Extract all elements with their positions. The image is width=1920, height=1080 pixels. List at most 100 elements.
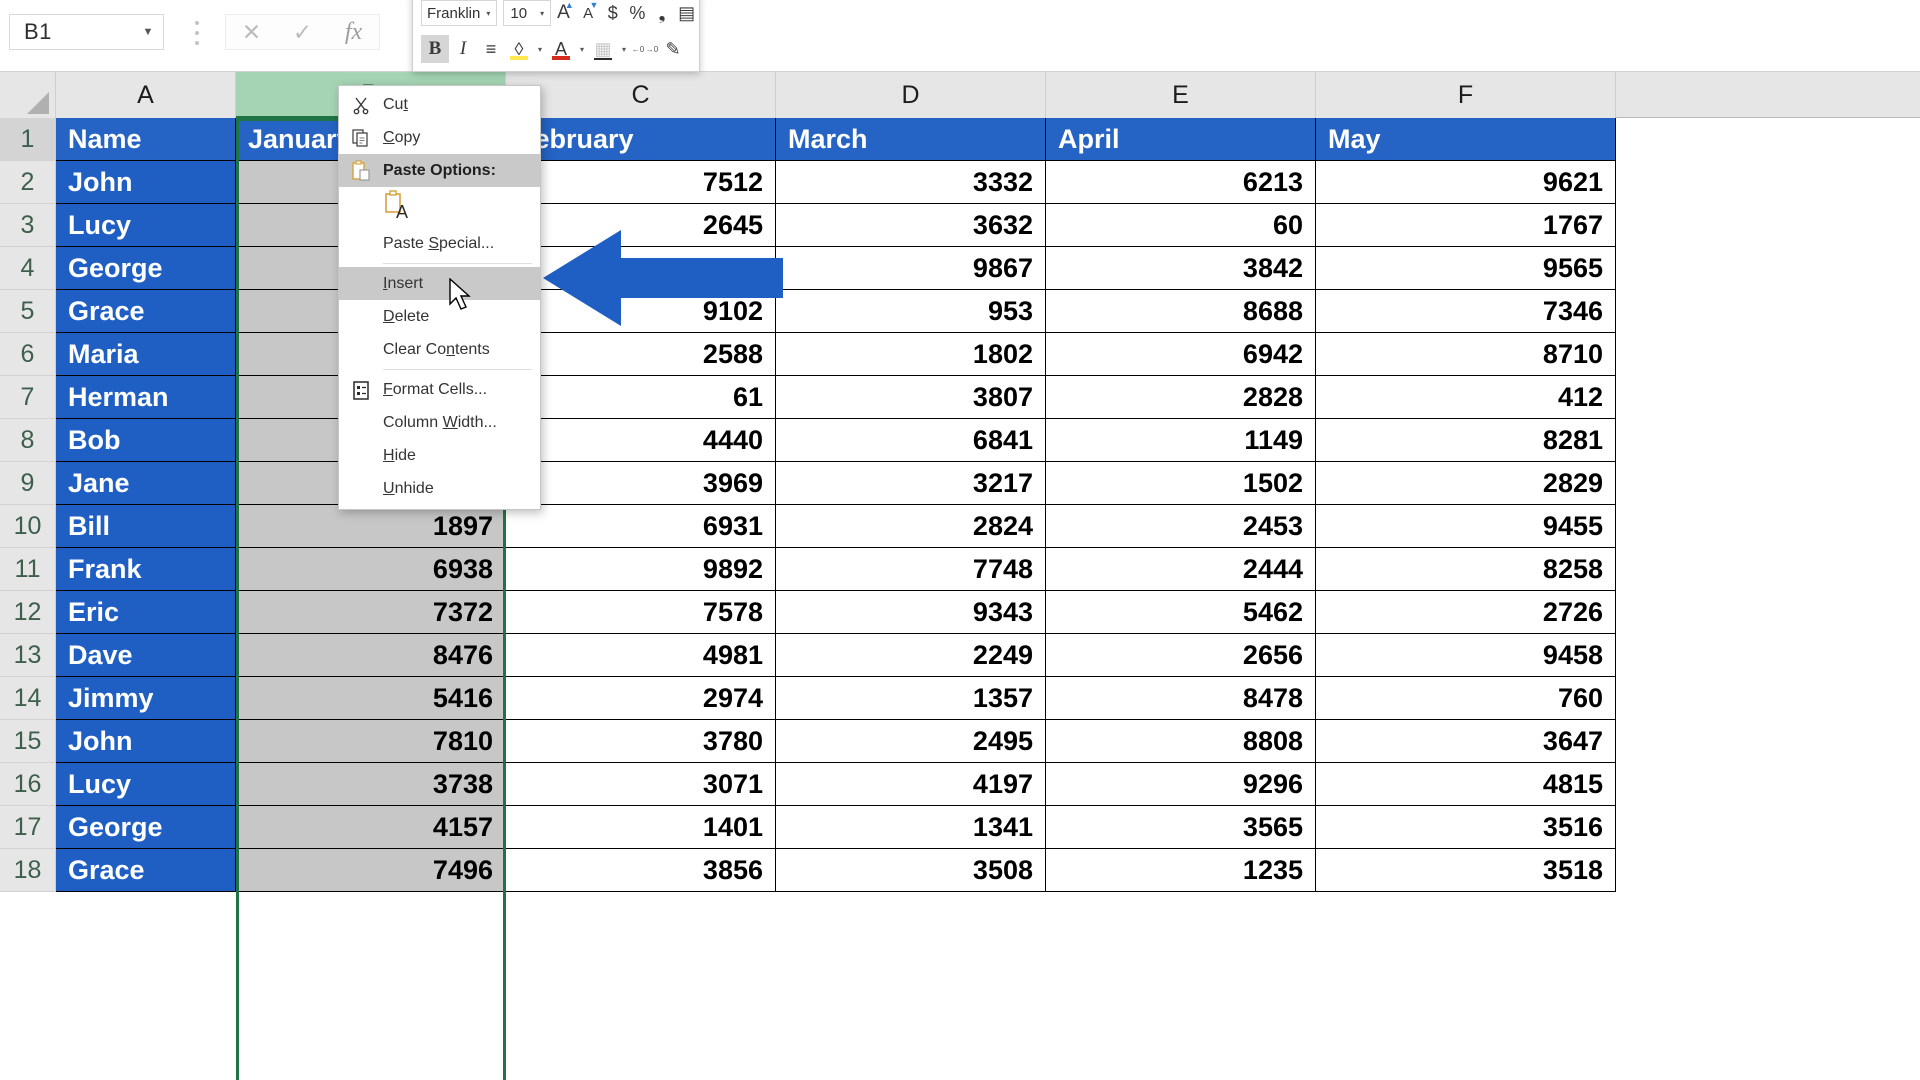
name-cell[interactable]: Grace xyxy=(56,290,236,333)
value-cell[interactable]: 3071 xyxy=(506,763,776,806)
value-cell[interactable]: 953 xyxy=(776,290,1046,333)
value-cell[interactable]: 3565 xyxy=(1046,806,1316,849)
table-row[interactable]: 8 Bob 4440 6841 1149 8281 xyxy=(0,419,1920,462)
value-cell[interactable]: 2828 xyxy=(1046,376,1316,419)
table-row[interactable]: 18 Grace 7496 3856 3508 1235 3518 xyxy=(0,849,1920,892)
value-cell[interactable]: 8476 xyxy=(236,634,506,677)
column-header-f[interactable]: F xyxy=(1316,72,1616,118)
value-cell[interactable]: 9343 xyxy=(776,591,1046,634)
value-cell[interactable]: 4197 xyxy=(776,763,1046,806)
table-row[interactable]: 12 Eric 7372 7578 9343 5462 2726 xyxy=(0,591,1920,634)
value-cell[interactable]: 3508 xyxy=(776,849,1046,892)
value-cell[interactable]: 2974 xyxy=(506,677,776,720)
menu-item-format-cells[interactable]: Format Cells... xyxy=(339,373,540,406)
menu-item-paste-special[interactable]: Paste Special... xyxy=(339,227,540,260)
context-menu[interactable]: Cut Copy Paste Options: A Paste Special... In… xyxy=(338,85,541,510)
value-cell[interactable]: 1401 xyxy=(506,806,776,849)
table-row[interactable]: 14 Jimmy 5416 2974 1357 8478 760 xyxy=(0,677,1920,720)
value-cell[interactable]: 1897 xyxy=(236,505,506,548)
table-row[interactable]: 2 John 7512 3332 6213 9621 xyxy=(0,161,1920,204)
name-cell[interactable]: Bill xyxy=(56,505,236,548)
name-cell[interactable]: Bob xyxy=(56,419,236,462)
currency-icon[interactable]: $ xyxy=(600,0,625,27)
value-cell[interactable]: 9867 xyxy=(776,247,1046,290)
decrease-decimal-icon[interactable]: ←0 xyxy=(631,35,645,63)
worksheet-grid[interactable]: ABCDEF 1NameJanuaryFebruaryMarchAprilMay… xyxy=(0,72,1920,1080)
chevron-down-icon[interactable]: ▾ xyxy=(617,35,631,63)
insert-function-icon[interactable]: fx xyxy=(331,19,377,46)
select-all-corner[interactable] xyxy=(0,72,56,118)
value-cell[interactable]: 6841 xyxy=(776,419,1046,462)
table-row[interactable]: 15 John 7810 3780 2495 8808 3647 xyxy=(0,720,1920,763)
value-cell[interactable]: 3969 xyxy=(506,462,776,505)
menu-item-unhide[interactable]: Unhide xyxy=(339,472,540,505)
row-header-3[interactable]: 3 xyxy=(0,204,56,247)
table-header-cell[interactable]: April xyxy=(1046,118,1316,161)
column-header-a[interactable]: A xyxy=(56,72,236,118)
value-cell[interactable]: 1235 xyxy=(1046,849,1316,892)
value-cell[interactable]: 412 xyxy=(1316,376,1616,419)
value-cell[interactable]: 3518 xyxy=(1316,849,1616,892)
row-header-10[interactable]: 10 xyxy=(0,505,56,548)
value-cell[interactable]: 9621 xyxy=(1316,161,1616,204)
bold-button[interactable]: B xyxy=(421,35,449,63)
name-cell[interactable]: George xyxy=(56,247,236,290)
value-cell[interactable]: 60 xyxy=(1046,204,1316,247)
value-cell[interactable]: 1357 xyxy=(776,677,1046,720)
cancel-icon[interactable]: ✕ xyxy=(229,19,275,46)
value-cell[interactable]: 4157 xyxy=(236,806,506,849)
value-cell[interactable]: 7810 xyxy=(236,720,506,763)
value-cell[interactable]: 4440 xyxy=(506,419,776,462)
menu-item-clear-contents[interactable]: Clear Contents xyxy=(339,333,540,366)
table-row[interactable]: 6 Maria 2588 1802 6942 8710 xyxy=(0,333,1920,376)
value-cell[interactable]: 9565 xyxy=(1316,247,1616,290)
table-header-cell[interactable]: May xyxy=(1316,118,1616,161)
value-cell[interactable]: 3738 xyxy=(236,763,506,806)
table-row[interactable]: 5 Grace 9102 953 8688 7346 xyxy=(0,290,1920,333)
table-row[interactable]: 11 Frank 6938 9892 7748 2444 8258 xyxy=(0,548,1920,591)
value-cell[interactable]: 2588 xyxy=(506,333,776,376)
confirm-icon[interactable]: ✓ xyxy=(280,19,326,46)
value-cell[interactable]: 3632 xyxy=(776,204,1046,247)
value-cell[interactable]: 8688 xyxy=(1046,290,1316,333)
name-cell[interactable]: George xyxy=(56,806,236,849)
menu-item-copy[interactable]: Copy xyxy=(339,121,540,154)
value-cell[interactable]: 4981 xyxy=(506,634,776,677)
name-cell[interactable]: Lucy xyxy=(56,204,236,247)
value-cell[interactable]: 7578 xyxy=(506,591,776,634)
name-cell[interactable]: Dave xyxy=(56,634,236,677)
value-cell[interactable]: 6213 xyxy=(1046,161,1316,204)
row-header-8[interactable]: 8 xyxy=(0,419,56,462)
value-cell[interactable]: 1767 xyxy=(1316,204,1616,247)
row-header-16[interactable]: 16 xyxy=(0,763,56,806)
name-box[interactable]: B1 ▼ xyxy=(9,14,164,50)
table-row[interactable]: 13 Dave 8476 4981 2249 2656 9458 xyxy=(0,634,1920,677)
value-cell[interactable]: 5416 xyxy=(236,677,506,720)
row-header-9[interactable]: 9 xyxy=(0,462,56,505)
table-header-cell[interactable]: February xyxy=(506,118,776,161)
name-cell[interactable]: Herman xyxy=(56,376,236,419)
chevron-down-icon[interactable]: ▾ xyxy=(480,9,496,18)
name-cell[interactable]: Lucy xyxy=(56,763,236,806)
row-header-1[interactable]: 1 xyxy=(0,118,56,161)
name-cell[interactable]: John xyxy=(56,720,236,763)
value-cell[interactable]: 1502 xyxy=(1046,462,1316,505)
name-cell[interactable]: Jimmy xyxy=(56,677,236,720)
paste-values-button[interactable]: A xyxy=(383,189,417,226)
value-cell[interactable]: 9892 xyxy=(506,548,776,591)
table-row[interactable]: 3 Lucy 2645 3632 60 1767 xyxy=(0,204,1920,247)
chevron-down-icon[interactable]: ▾ xyxy=(533,35,547,63)
value-cell[interactable]: 2249 xyxy=(776,634,1046,677)
value-cell[interactable]: 9458 xyxy=(1316,634,1616,677)
comma-style-icon[interactable]: ❟ xyxy=(650,0,675,27)
percent-icon[interactable]: % xyxy=(625,0,650,27)
row-header-11[interactable]: 11 xyxy=(0,548,56,591)
value-cell[interactable]: 9455 xyxy=(1316,505,1616,548)
value-cell[interactable]: 2495 xyxy=(776,720,1046,763)
font-name-combobox[interactable]: Franklin ▾ xyxy=(421,0,498,26)
value-cell[interactable]: 61 xyxy=(506,376,776,419)
value-cell[interactable]: 6931 xyxy=(506,505,776,548)
chevron-down-icon[interactable]: ▾ xyxy=(534,9,550,18)
value-cell[interactable]: 7512 xyxy=(506,161,776,204)
value-cell[interactable]: 7496 xyxy=(236,849,506,892)
